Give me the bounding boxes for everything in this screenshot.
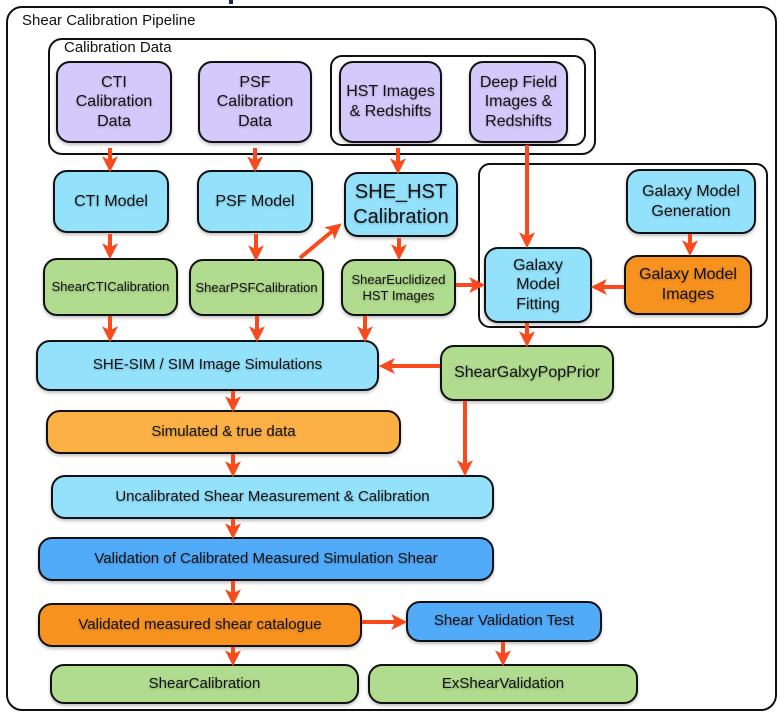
hst-images-redshifts-node[interactable]: HST Images & Redshifts — [339, 61, 442, 143]
calibration-data-group-label: Calibration Data — [64, 39, 172, 56]
cti-calibration-data-node[interactable]: CTI Calibration Data — [56, 61, 172, 143]
galaxy-model-fitting-node[interactable]: Galaxy Model Fitting — [484, 247, 592, 323]
she-hst-calibration-node[interactable]: SHE_HST Calibration — [344, 172, 458, 237]
psf-model-node[interactable]: PSF Model — [197, 170, 313, 233]
she-sim-image-simulations-node[interactable]: SHE-SIM / SIM Image Simulations — [36, 340, 379, 391]
deep-field-images-redshifts-node[interactable]: Deep Field Images & Redshifts — [469, 61, 568, 143]
shear-euclidized-hst-images-node[interactable]: ShearEuclidized HST Images — [341, 259, 456, 316]
galaxy-model-images-node[interactable]: Galaxy Model Images — [624, 255, 752, 315]
shear-calibration-node[interactable]: ShearCalibration — [50, 664, 359, 704]
top-edge-mark — [229, 0, 233, 4]
psf-calibration-data-node[interactable]: PSF Calibration Data — [198, 61, 312, 143]
shear-psf-calibration-node[interactable]: ShearPSFCalibration — [189, 259, 324, 316]
shear-galaxy-pop-prior-node[interactable]: ShearGalxyPopPrior — [440, 345, 614, 401]
validation-calibrated-measured-shear-node[interactable]: Validation of Calibrated Measured Simula… — [38, 537, 494, 581]
validated-measured-shear-catalogue-node[interactable]: Validated measured shear catalogue — [38, 603, 362, 647]
uncalibrated-shear-measurement-node[interactable]: Uncalibrated Shear Measurement & Calibra… — [51, 475, 494, 519]
simulated-true-data-node[interactable]: Simulated & true data — [46, 410, 401, 454]
pipeline-title: Shear Calibration Pipeline — [22, 12, 196, 29]
cti-model-node[interactable]: CTI Model — [53, 170, 169, 233]
shear-cti-calibration-node[interactable]: ShearCTICalibration — [43, 258, 178, 316]
shear-validation-test-node[interactable]: Shear Validation Test — [406, 601, 602, 642]
galaxy-model-generation-node[interactable]: Galaxy Model Generation — [626, 169, 756, 234]
ex-shear-validation-node[interactable]: ExShearValidation — [368, 664, 638, 704]
